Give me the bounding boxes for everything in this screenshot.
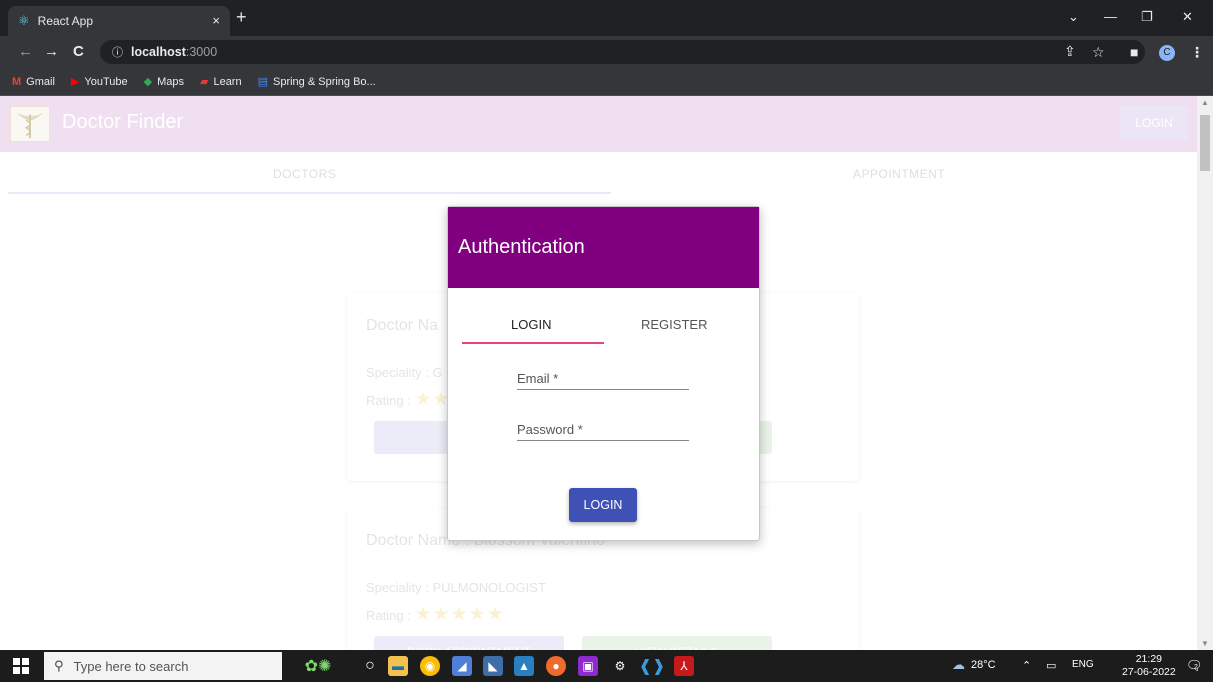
address-bar-row: ← → C ⓘ localhost:3000 ⇪ ☆ ■ C ⋮ bbox=[0, 36, 1213, 68]
bookmarks-bar: M Gmail ▶ YouTube ◆ Maps ▰ Learn ▤ Spring & Sprin… bbox=[0, 68, 1213, 96]
file-explorer-icon[interactable]: ▬ bbox=[388, 656, 408, 676]
search-placeholder: Type here to search bbox=[73, 658, 189, 674]
page-scrollbar[interactable]: ▲ ▼ bbox=[1197, 96, 1213, 650]
bookmark-label: Spring & Spring Bo... bbox=[273, 75, 376, 88]
pdf-reader-icon[interactable]: ⅄ bbox=[674, 656, 694, 676]
weather-temp[interactable]: 28°C bbox=[971, 659, 996, 671]
react-icon: ⚛ bbox=[18, 13, 30, 28]
restore-icon[interactable]: ❐ bbox=[1141, 9, 1153, 25]
dialog-header: Authentication bbox=[448, 207, 759, 288]
language-indicator[interactable]: ENG bbox=[1072, 659, 1094, 670]
browser-tabstrip: ⚛ React App × + ⌄ — ❐ ✕ bbox=[0, 0, 1213, 36]
taskbar-clock[interactable]: 21:29 27-06-2022 bbox=[1122, 653, 1176, 679]
gmail-icon: M bbox=[12, 75, 22, 88]
photos-icon[interactable]: ▲ bbox=[514, 656, 534, 676]
clock-date: 27-06-2022 bbox=[1122, 666, 1176, 678]
bookmark-item[interactable]: M Gmail bbox=[12, 76, 55, 88]
side-panel-icon[interactable]: ■ bbox=[1130, 44, 1138, 60]
close-tab-icon[interactable]: × bbox=[212, 13, 220, 28]
intellij-icon[interactable]: ▣ bbox=[578, 656, 598, 676]
password-field[interactable]: Password * bbox=[517, 419, 689, 441]
docs-icon: ▤ bbox=[257, 76, 268, 88]
page-viewport: Doctor Finder LOGIN DOCTORS APPOINTMENT … bbox=[0, 96, 1197, 650]
back-icon[interactable]: ← bbox=[18, 43, 33, 60]
dialog-tab-register[interactable]: REGISTER bbox=[641, 317, 707, 332]
search-icon: ⚲ bbox=[54, 658, 64, 673]
app-icon[interactable]: ◢ bbox=[452, 656, 472, 676]
windows-taskbar: ⚲ Type here to search ✿✺ ○ ▬ ◉ ◢ ◣ ▲ ● ▣… bbox=[0, 650, 1213, 682]
windows-start-icon[interactable] bbox=[13, 658, 29, 674]
cortana-icon[interactable]: ○ bbox=[360, 656, 380, 676]
screen: ⚛ React App × + ⌄ — ❐ ✕ ← → C ⓘ localhos… bbox=[0, 0, 1213, 682]
postman-icon[interactable]: ● bbox=[546, 656, 566, 676]
widgets-icon[interactable]: ✿✺ bbox=[290, 656, 346, 676]
profile-avatar[interactable]: C bbox=[1159, 45, 1175, 61]
email-input[interactable] bbox=[517, 368, 689, 389]
password-input[interactable] bbox=[517, 419, 689, 440]
tool-icon[interactable]: ◣ bbox=[483, 656, 503, 676]
bookmark-item[interactable]: ▰ Learn bbox=[199, 75, 242, 89]
bookmark-item[interactable]: ▤ Spring & Spring Bo... bbox=[257, 75, 376, 89]
battery-icon[interactable]: ▭ bbox=[1046, 659, 1056, 672]
tab-title: React App bbox=[37, 14, 94, 28]
maps-icon: ◆ bbox=[143, 76, 153, 88]
learn-icon: ▰ bbox=[199, 76, 209, 88]
notification-count: 2 bbox=[1194, 664, 1198, 671]
chrome-icon[interactable]: ◉ bbox=[420, 656, 440, 676]
dialog-tab-login[interactable]: LOGIN bbox=[511, 317, 551, 332]
close-window-icon[interactable]: ✕ bbox=[1182, 9, 1193, 25]
dialog-login-button[interactable]: LOGIN bbox=[569, 488, 637, 522]
reload-icon[interactable]: C bbox=[73, 43, 84, 60]
address-port: :3000 bbox=[185, 45, 218, 59]
email-field[interactable]: Email * bbox=[517, 368, 689, 390]
scroll-down-icon[interactable]: ▼ bbox=[1201, 639, 1209, 648]
clock-time: 21:29 bbox=[1135, 653, 1162, 665]
bookmark-label: Maps bbox=[157, 75, 184, 88]
bookmark-star-icon[interactable]: ☆ bbox=[1092, 44, 1105, 61]
auth-dialog: Authentication LOGIN REGISTER Email * Pa… bbox=[447, 206, 760, 541]
youtube-icon: ▶ bbox=[70, 76, 80, 88]
scroll-up-icon[interactable]: ▲ bbox=[1201, 98, 1209, 107]
weather-icon[interactable]: ☁ bbox=[952, 657, 965, 673]
dialog-tab-indicator bbox=[462, 342, 604, 344]
bookmark-label: Gmail bbox=[26, 75, 55, 88]
forward-icon[interactable]: → bbox=[44, 43, 59, 60]
bookmark-item[interactable]: ◆ Maps bbox=[143, 75, 184, 89]
settings-gear-icon[interactable]: ⚙ bbox=[610, 656, 630, 676]
tab-search-icon[interactable]: ⌄ bbox=[1068, 9, 1079, 25]
tray-chevron-icon[interactable]: ⌃ bbox=[1022, 659, 1031, 672]
info-icon: ⓘ bbox=[112, 47, 123, 59]
vscode-icon[interactable]: ❰❱ bbox=[639, 656, 666, 676]
dialog-title: Authentication bbox=[458, 236, 585, 258]
bookmark-label: Learn bbox=[213, 75, 242, 88]
minimize-icon[interactable]: — bbox=[1104, 9, 1117, 24]
address-host: localhost bbox=[131, 45, 186, 59]
share-icon[interactable]: ⇪ bbox=[1064, 43, 1076, 60]
browser-tab[interactable]: ⚛ React App × bbox=[8, 6, 230, 36]
address-input[interactable]: ⓘ localhost:3000 bbox=[100, 40, 1145, 64]
menu-icon[interactable]: ⋮ bbox=[1190, 44, 1204, 61]
scrollbar-thumb[interactable] bbox=[1200, 115, 1210, 171]
bookmark-label: YouTube bbox=[84, 75, 128, 88]
new-tab-icon[interactable]: + bbox=[236, 7, 247, 28]
taskbar-search[interactable]: ⚲ Type here to search bbox=[44, 652, 282, 680]
bookmark-item[interactable]: ▶ YouTube bbox=[70, 75, 128, 89]
